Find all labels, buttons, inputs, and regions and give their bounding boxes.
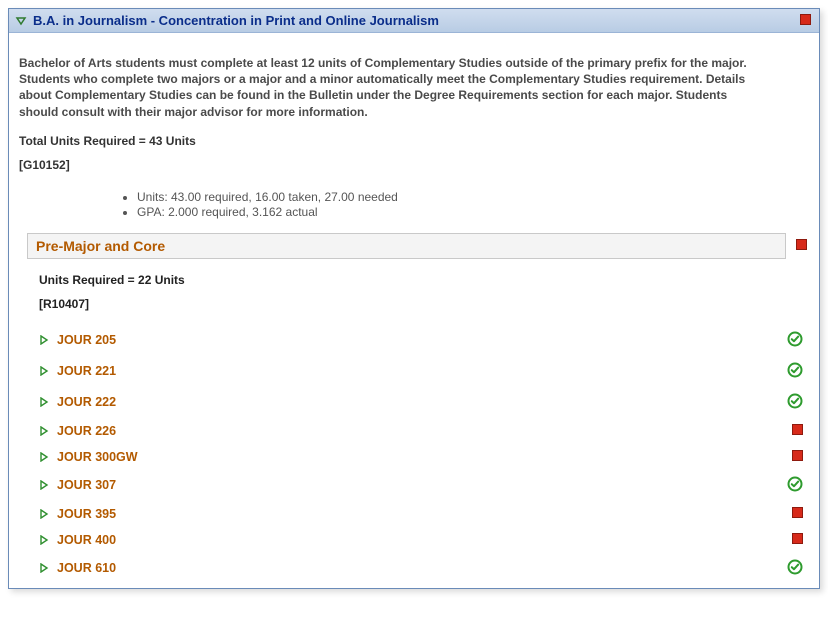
expand-triangle-icon[interactable]: [39, 426, 49, 436]
section-status-icon: [796, 239, 807, 253]
program-content: Bachelor of Arts students must complete …: [9, 33, 819, 233]
expand-triangle-icon[interactable]: [39, 480, 49, 490]
expand-triangle-icon[interactable]: [39, 397, 49, 407]
section-title: Pre-Major and Core: [36, 238, 165, 254]
course-row: JOUR 395: [27, 501, 807, 527]
requirement-section: Pre-Major and Core Units Required = 22 U…: [9, 233, 819, 584]
expand-triangle-icon[interactable]: [39, 509, 49, 519]
course-row: JOUR 226: [27, 418, 807, 444]
course-row: JOUR 221: [27, 356, 807, 387]
status-incomplete-icon: [792, 533, 803, 547]
status-complete-icon: [787, 362, 803, 381]
section-code: [R10407]: [39, 297, 807, 311]
section-units-label: Units Required = 22 Units: [39, 273, 807, 287]
expand-triangle-icon[interactable]: [39, 535, 49, 545]
program-title: B.A. in Journalism - Concentration in Pr…: [33, 13, 800, 28]
course-row: JOUR 307: [27, 470, 807, 501]
status-incomplete-icon: [792, 507, 803, 521]
degree-audit-panel: B.A. in Journalism - Concentration in Pr…: [8, 8, 820, 589]
section-title-box: Pre-Major and Core: [27, 233, 786, 259]
course-link[interactable]: JOUR 226: [57, 424, 792, 438]
collapse-toggle-icon[interactable]: [15, 15, 27, 27]
course-link[interactable]: JOUR 222: [57, 395, 787, 409]
course-link[interactable]: JOUR 307: [57, 478, 787, 492]
expand-triangle-icon[interactable]: [39, 452, 49, 462]
program-description: Bachelor of Arts students must complete …: [19, 55, 759, 120]
program-header: B.A. in Journalism - Concentration in Pr…: [9, 9, 819, 33]
status-complete-icon: [787, 393, 803, 412]
units-stat: Units: 43.00 required, 16.00 taken, 27.0…: [137, 190, 807, 204]
group-code: [G10152]: [19, 158, 807, 172]
status-complete-icon: [787, 331, 803, 350]
course-row: JOUR 300GW: [27, 444, 807, 470]
course-row: JOUR 400: [27, 527, 807, 553]
program-stats: Units: 43.00 required, 16.00 taken, 27.0…: [119, 190, 807, 219]
status-complete-icon: [787, 476, 803, 495]
expand-triangle-icon[interactable]: [39, 563, 49, 573]
course-link[interactable]: JOUR 400: [57, 533, 792, 547]
status-incomplete-icon: [792, 450, 803, 464]
course-link[interactable]: JOUR 205: [57, 333, 787, 347]
status-complete-icon: [787, 559, 803, 578]
course-list: JOUR 205 JOUR 221 JOUR 222 JOUR 226 JOUR 300…: [27, 325, 807, 584]
course-row: JOUR 222: [27, 387, 807, 418]
expand-triangle-icon[interactable]: [39, 335, 49, 345]
expand-triangle-icon[interactable]: [39, 366, 49, 376]
status-incomplete-icon: [792, 424, 803, 438]
program-status-icon: [800, 14, 811, 28]
course-link[interactable]: JOUR 395: [57, 507, 792, 521]
section-header: Pre-Major and Core: [27, 233, 807, 259]
course-link[interactable]: JOUR 610: [57, 561, 787, 575]
course-link[interactable]: JOUR 300GW: [57, 450, 792, 464]
course-link[interactable]: JOUR 221: [57, 364, 787, 378]
course-row: JOUR 205: [27, 325, 807, 356]
total-units-label: Total Units Required = 43 Units: [19, 134, 807, 148]
course-row: JOUR 610: [27, 553, 807, 584]
gpa-stat: GPA: 2.000 required, 3.162 actual: [137, 205, 807, 219]
